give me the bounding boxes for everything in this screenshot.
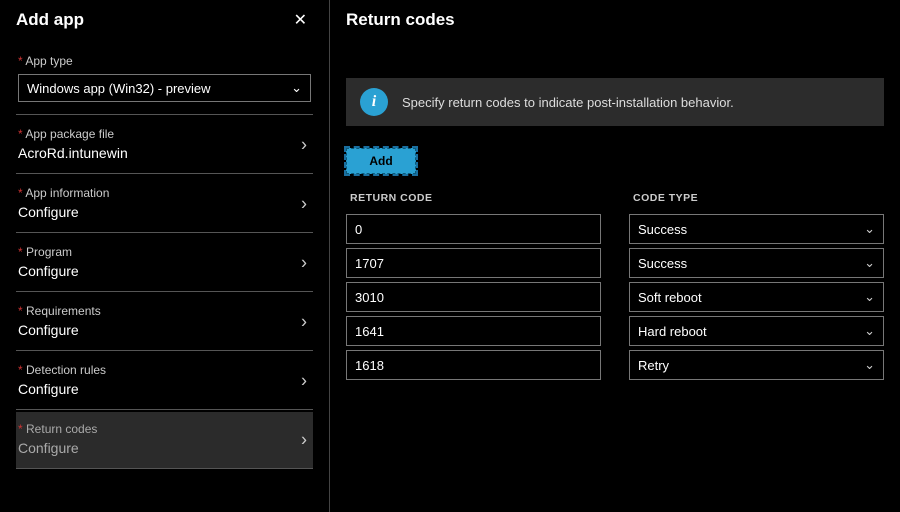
column-header: RETURN CODE — [346, 184, 601, 214]
return-code-input[interactable]: 0 — [346, 214, 601, 244]
code-type-select[interactable]: Success ⌄ — [629, 214, 884, 244]
chevron-right-icon: › — [301, 371, 307, 392]
select-value: Success — [638, 222, 687, 237]
chevron-right-icon: › — [301, 194, 307, 215]
return-code-input[interactable]: 1618 — [346, 350, 601, 380]
select-value: Success — [638, 256, 687, 271]
column-header: CODE TYPE — [629, 184, 884, 214]
add-button[interactable]: Add — [346, 148, 416, 174]
section-label: Return codes — [18, 422, 311, 436]
app-type-dropdown[interactable]: Windows app (Win32) - preview ⌄ — [18, 74, 311, 102]
close-icon[interactable]: ✕ — [288, 6, 313, 34]
panel-header: Add app ✕ — [0, 0, 329, 40]
select-value: Soft reboot — [638, 290, 702, 305]
info-text: Specify return codes to indicate post-in… — [402, 95, 734, 110]
section-app-information[interactable]: App information Configure › — [16, 176, 313, 233]
panel-header: Return codes — [346, 0, 884, 40]
column-return-code: RETURN CODE 0 1707 3010 1641 1618 — [346, 184, 601, 384]
add-app-panel: Add app ✕ App type Windows app (Win32) -… — [0, 0, 330, 512]
section-requirements[interactable]: Requirements Configure › — [16, 294, 313, 351]
chevron-right-icon: › — [301, 312, 307, 333]
select-value: Retry — [638, 358, 669, 373]
return-code-input[interactable]: 3010 — [346, 282, 601, 312]
code-type-select[interactable]: Soft reboot ⌄ — [629, 282, 884, 312]
section-label: Requirements — [18, 304, 311, 318]
chevron-down-icon: ⌄ — [291, 80, 302, 96]
section-label: App information — [18, 186, 311, 200]
select-value: Hard reboot — [638, 324, 707, 339]
return-code-input[interactable]: 1641 — [346, 316, 601, 346]
section-value: AcroRd.intunewin — [18, 145, 128, 161]
section-app-package-file[interactable]: App package file AcroRd.intunewin › — [16, 117, 313, 174]
section-program[interactable]: Program Configure › — [16, 235, 313, 292]
chevron-right-icon: › — [301, 135, 307, 156]
section-value: Configure — [18, 322, 79, 338]
panel-title: Return codes — [346, 10, 455, 30]
section-return-codes[interactable]: Return codes Configure › — [16, 412, 313, 469]
return-codes-panel: Return codes i Specify return codes to i… — [330, 0, 900, 512]
sections-list: App type Windows app (Win32) - preview ⌄… — [0, 40, 329, 469]
code-type-select[interactable]: Hard reboot ⌄ — [629, 316, 884, 346]
return-code-input[interactable]: 1707 — [346, 248, 601, 278]
section-value: Configure — [18, 263, 79, 279]
section-label: App type — [18, 54, 311, 68]
section-value: Configure — [18, 440, 79, 456]
chevron-down-icon: ⌄ — [864, 323, 875, 339]
panel-title: Add app — [16, 10, 84, 30]
column-code-type: CODE TYPE Success ⌄ Success ⌄ Soft reboo… — [629, 184, 884, 384]
section-label: Detection rules — [18, 363, 311, 377]
chevron-down-icon: ⌄ — [864, 221, 875, 237]
section-label: Program — [18, 245, 311, 259]
section-app-type[interactable]: App type Windows app (Win32) - preview ⌄ — [16, 48, 313, 115]
chevron-down-icon: ⌄ — [864, 357, 875, 373]
info-banner: i Specify return codes to indicate post-… — [346, 78, 884, 126]
section-value: Configure — [18, 381, 79, 397]
chevron-down-icon: ⌄ — [864, 255, 875, 271]
section-detection-rules[interactable]: Detection rules Configure › — [16, 353, 313, 410]
chevron-down-icon: ⌄ — [864, 289, 875, 305]
section-label: App package file — [18, 127, 311, 141]
info-icon: i — [360, 88, 388, 116]
code-type-select[interactable]: Retry ⌄ — [629, 350, 884, 380]
section-value: Configure — [18, 204, 79, 220]
dropdown-value: Windows app (Win32) - preview — [27, 81, 211, 96]
chevron-right-icon: › — [301, 430, 307, 451]
code-type-select[interactable]: Success ⌄ — [629, 248, 884, 278]
chevron-right-icon: › — [301, 253, 307, 274]
return-codes-grid: RETURN CODE 0 1707 3010 1641 1618 CODE T… — [346, 184, 884, 384]
